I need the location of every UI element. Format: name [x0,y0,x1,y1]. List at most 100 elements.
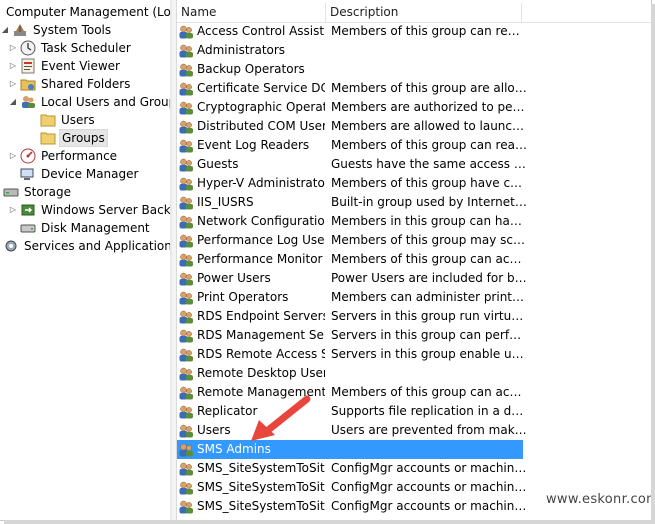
group-name: SMS_SiteSystemToSit... [197,461,325,475]
group-row[interactable]: Hyper-V Administrators Members of this gr… [177,174,651,193]
group-icon [177,195,197,211]
group-description: Servers in this group can perform ... [331,328,528,342]
group-description [323,440,523,459]
group-icon [177,385,197,401]
expander-closed-icon[interactable]: ▷ [8,201,18,219]
group-icon [177,100,197,116]
tree-label: Storage [24,185,71,199]
window-shadow-bottom [4,520,655,524]
tree-item-device-manager[interactable]: Device Manager [8,165,140,183]
group-description: Built-in group used by Internet Inf... [331,195,528,209]
tree-label: Disk Management [41,221,150,235]
group-row[interactable]: SMS_SiteSystemToSit... ConfigMgr accounts… [177,459,651,478]
group-description: ConfigMgr accounts or machine ... [331,499,528,513]
group-name-cell: SMS_SiteSystemToSit... [177,478,325,497]
console-tree: Computer Management (Local ◢ System Tool… [0,0,170,520]
group-icon [177,404,197,420]
group-icon [177,423,197,439]
tree-label: Windows Server Backup [41,203,170,217]
group-icon [177,214,197,230]
tree-item-event-viewer[interactable]: ▷ Event Viewer [8,57,122,75]
group-description: Members of this group can acces... [331,252,528,266]
group-description: Members of this group can acces... [331,385,528,399]
expander-open-icon[interactable]: ◢ [8,93,18,111]
tree-item-users[interactable]: Users [28,111,97,129]
group-row[interactable]: IIS_IUSRS Built-in group used by Internet… [177,193,651,212]
group-name: Cryptographic Operat... [197,100,325,114]
device-manager-icon [20,168,34,180]
expander-open-icon[interactable]: ◢ [0,21,10,39]
group-name: Guests [197,157,239,171]
expander-closed-icon[interactable]: ▷ [8,75,18,93]
group-row[interactable]: Cryptographic Operat... Members are autho… [177,98,651,117]
tree-label: Local Users and Groups [41,95,170,109]
group-row[interactable]: Power Users Power Users are included for … [177,269,651,288]
group-icon [177,252,197,268]
tree-item-performance[interactable]: ▷ Performance [8,147,119,165]
group-name-cell: SMS_SiteSystemToSit... [177,459,325,478]
expander-closed-icon[interactable]: ▷ [8,39,18,57]
tree-item-groups[interactable]: Groups [28,129,108,147]
group-row[interactable]: Access Control Assist... Members of this … [177,22,651,41]
group-name-cell: IIS_IUSRS [177,193,325,212]
tree-root[interactable]: Computer Management (Local [3,3,170,21]
group-icon [177,43,197,59]
group-row[interactable]: Event Log Readers Members of this group c… [177,136,651,155]
group-row[interactable]: Remote Desktop Users [177,364,651,383]
group-name: SMS_SiteSystemToSit... [197,499,325,513]
group-name: Distributed COM Users [197,119,325,133]
event-viewer-icon [21,58,35,74]
group-row[interactable]: Print Operators Members can administer pr… [177,288,651,307]
group-name-cell: Certificate Service DC... [177,79,325,98]
group-icon [177,366,197,382]
users-icon [22,96,35,108]
group-row[interactable]: SMS Admins [177,440,523,459]
group-description: ConfigMgr accounts or machine ... [331,480,528,494]
expander-closed-icon[interactable]: ▷ [8,57,18,75]
group-row[interactable]: Performance Monitor ... Members of this g… [177,250,651,269]
group-row[interactable]: Administrators [177,41,651,60]
tree-item-windows-server-backup[interactable]: ▷ Windows Server Backup [8,201,170,219]
group-row[interactable]: Network Configuratio... Members in this g… [177,212,651,231]
group-name-cell: Network Configuratio... [177,212,325,231]
group-row[interactable]: RDS Management Ser... Servers in this gro… [177,326,651,345]
tree-item-disk-management[interactable]: Disk Management [8,219,152,237]
group-row[interactable]: Distributed COM Users Members are allowed… [177,117,651,136]
group-icon [177,499,197,515]
group-description: Members of this group have com... [331,176,528,190]
tree-item-local-users-and-groups[interactable]: ◢ Local Users and Groups [8,93,170,111]
group-row[interactable]: Guests Guests have the same access as m..… [177,155,651,174]
disk-icon [20,224,36,233]
expander-closed-icon[interactable]: ▷ [8,147,18,165]
group-row[interactable]: RDS Remote Access S... Servers in this gr… [177,345,651,364]
window-shadow-right [651,4,655,524]
watermark: www.eskonr.com [546,492,655,507]
group-row[interactable]: Backup Operators [177,60,651,79]
group-icon [177,328,197,344]
tree-item-storage[interactable]: Storage [0,183,73,201]
column-header-name[interactable]: Name [177,3,326,22]
group-description [325,41,528,60]
tree-item-system-tools[interactable]: ◢ System Tools [0,21,113,39]
group-row[interactable]: RDS Endpoint Servers Servers in this grou… [177,307,651,326]
tree-item-shared-folders[interactable]: ▷ Shared Folders [8,75,132,93]
group-description: Servers in this group run virtual m... [331,309,528,323]
group-name-cell: Print Operators [177,288,325,307]
group-row[interactable]: Performance Log Users Members of this gro… [177,231,651,250]
tree-item-task-scheduler[interactable]: ▷ Task Scheduler [8,39,133,57]
tree-item-services-and-applications[interactable]: Services and Applications [0,237,170,255]
folder-icon [40,114,56,127]
group-row[interactable]: Certificate Service DC... Members of this… [177,79,651,98]
column-header-description[interactable]: Description [326,3,522,22]
tree-label: Users [61,113,95,127]
group-description [325,364,528,383]
tools-icon [14,24,26,36]
tree-label: Task Scheduler [41,41,131,55]
group-name: IIS_IUSRS [197,195,254,209]
group-icon [177,290,197,306]
group-description: Members of this group are allowe... [331,81,528,95]
group-description: Members are allowed to launch, a... [331,119,528,133]
group-name: Performance Monitor ... [197,252,325,266]
